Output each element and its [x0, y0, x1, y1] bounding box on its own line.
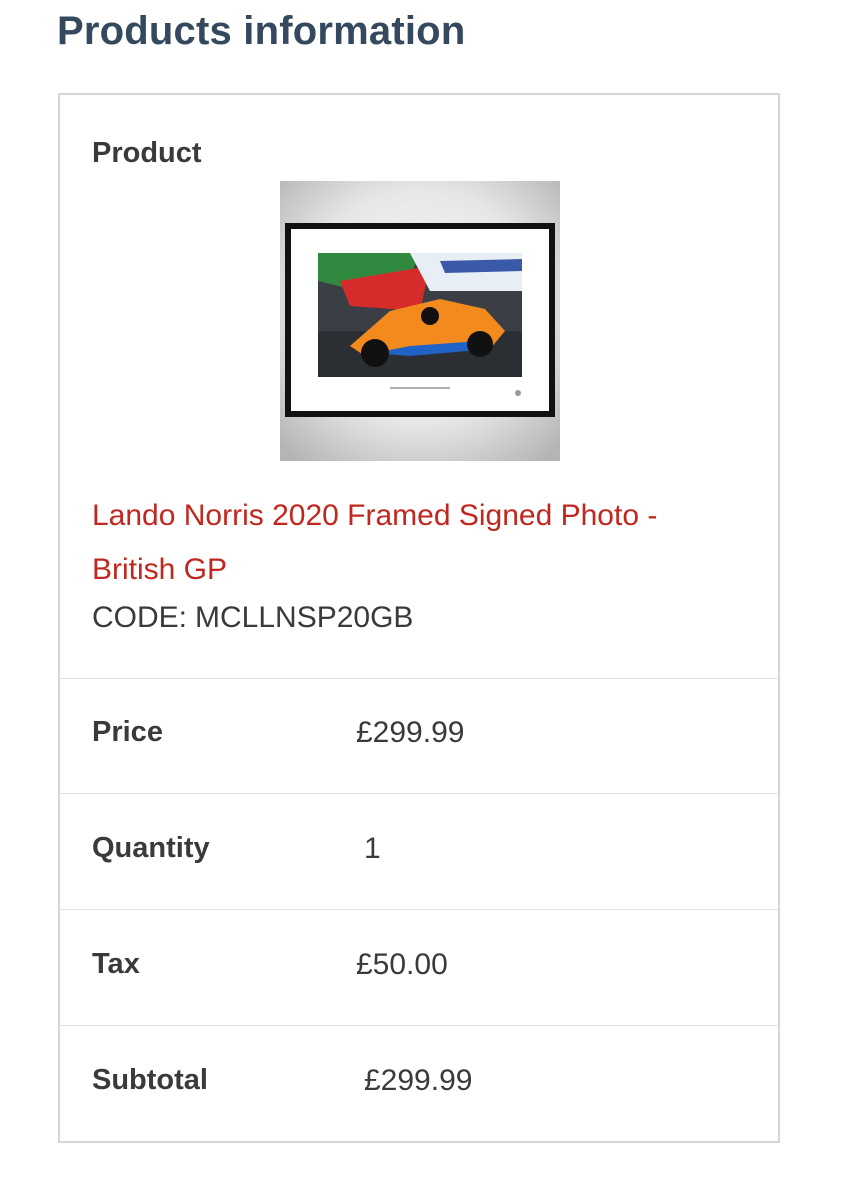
quantity-label: Quantity — [92, 832, 210, 864]
products-info-card: Product Lando Norris 2020 Framed Signed … — [58, 93, 780, 1143]
price-label: Price — [92, 716, 163, 748]
tax-label: Tax — [92, 948, 140, 980]
subtotal-value: £299.99 — [364, 1064, 473, 1097]
quantity-row: Quantity 1 — [60, 794, 778, 910]
product-code-value: MCLLNSP20GB — [195, 601, 414, 634]
product-name-link[interactable]: Lando Norris 2020 Framed Signed Photo - … — [92, 489, 732, 597]
product-code: CODE: MCLLNSP20GB — [92, 601, 413, 635]
product-code-label: CODE: — [92, 601, 188, 634]
page-title: Products information — [57, 9, 466, 53]
product-image[interactable] — [280, 181, 560, 461]
subtotal-row: Subtotal £299.99 — [60, 1026, 778, 1142]
subtotal-label: Subtotal — [92, 1064, 208, 1096]
price-value: £299.99 — [356, 716, 465, 749]
product-section: Product Lando Norris 2020 Framed Signed … — [60, 95, 778, 679]
price-row: Price £299.99 — [60, 678, 778, 794]
quantity-value: 1 — [364, 832, 381, 865]
product-heading: Product — [92, 137, 202, 169]
tax-row: Tax £50.00 — [60, 910, 778, 1026]
tax-value: £50.00 — [356, 948, 448, 981]
framed-photo-image — [280, 181, 560, 461]
